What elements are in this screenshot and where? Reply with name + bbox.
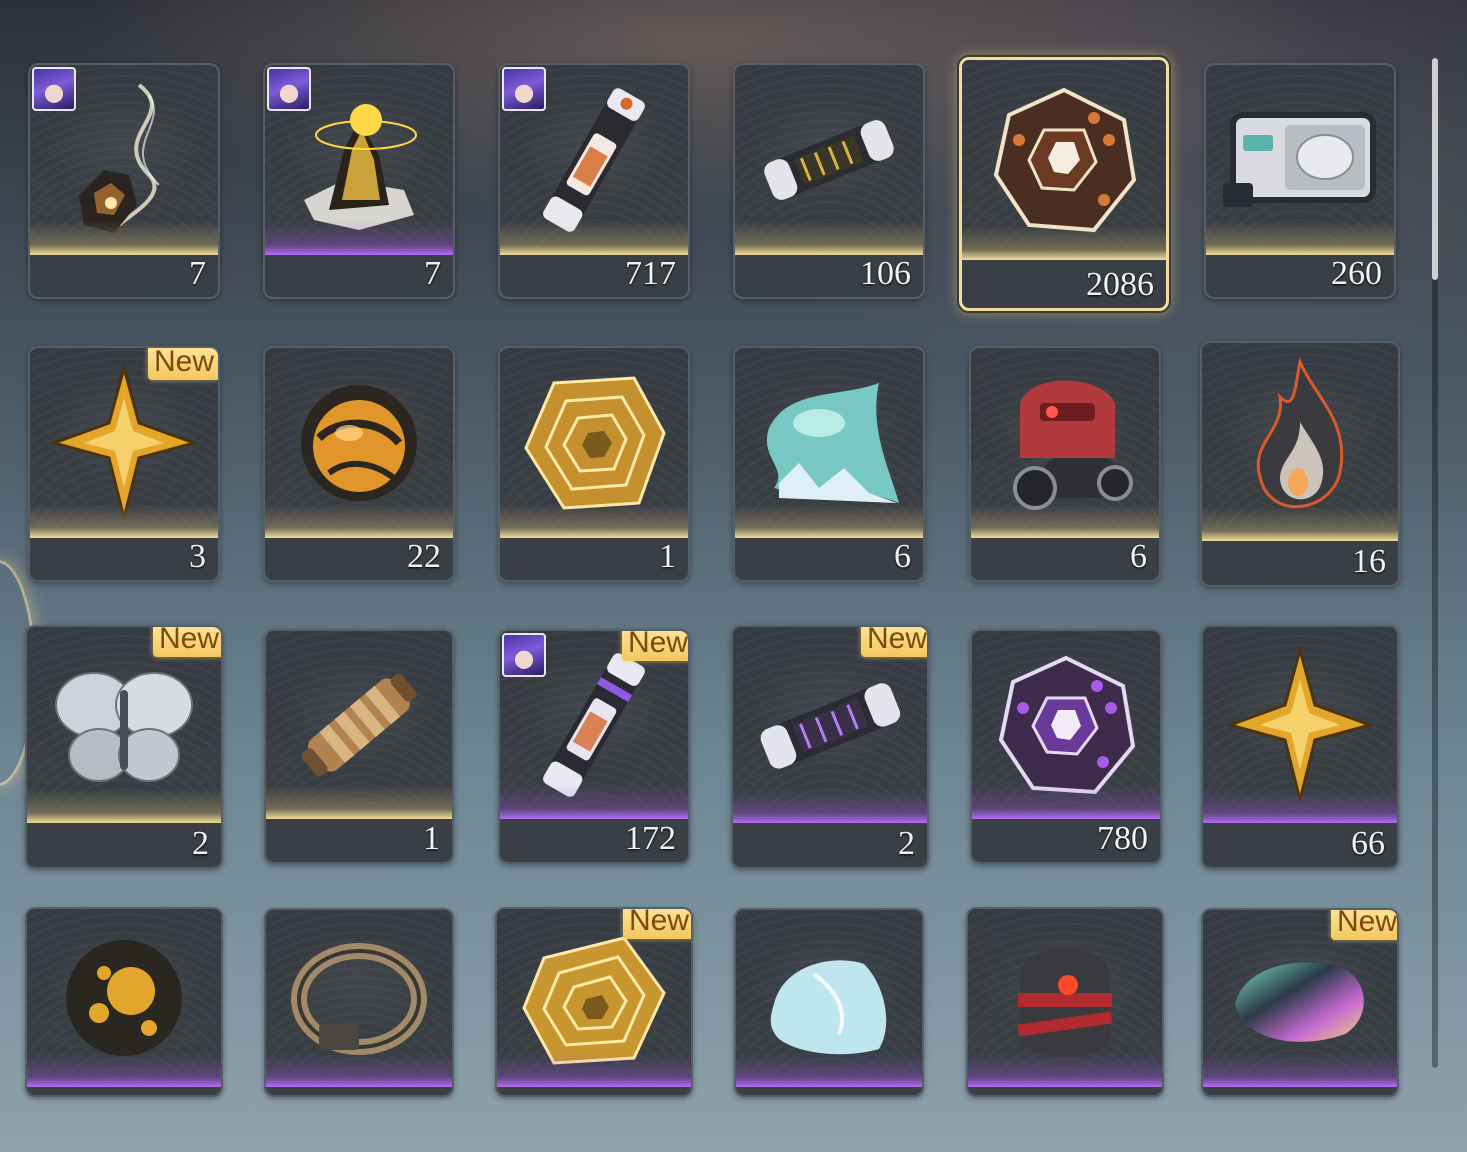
data-drive-icon <box>1223 112 1376 207</box>
item-slot-bandaged-helmet[interactable] <box>966 907 1164 1097</box>
item-slot-hex-die-brown[interactable]: 2086 <box>959 57 1169 311</box>
item-slot-cracked-amber-orb[interactable] <box>25 907 223 1097</box>
item-quantity: 2086 <box>1086 266 1154 303</box>
item-art <box>971 348 1159 538</box>
golden-maze-shard-icon <box>522 936 666 1065</box>
item-slot-red-mech-helmet[interactable]: 6 <box>969 346 1161 582</box>
item-quantity: 1 <box>659 538 676 575</box>
new-badge: New <box>147 348 218 380</box>
item-slot-violet-tech-cylinder[interactable]: New 2 <box>731 625 929 869</box>
hex-die-brown-icon <box>993 87 1137 233</box>
item-quantity: 6 <box>894 538 911 575</box>
ice-fragment-icon <box>770 959 887 1054</box>
item-quantity: 717 <box>625 255 676 292</box>
bandaged-helmet-icon <box>1017 948 1113 1058</box>
red-mech-helmet-icon <box>1013 380 1133 510</box>
item-slot-tech-cylinder[interactable]: 106 <box>733 63 925 299</box>
bronze-ring-icon <box>291 942 427 1055</box>
item-quantity: 780 <box>1097 820 1148 857</box>
item-quantity: 7 <box>189 255 206 292</box>
hex-die-purple-icon <box>998 655 1136 795</box>
item-art <box>736 910 922 1087</box>
item-art <box>962 60 1166 260</box>
item-quantity: 172 <box>625 820 676 857</box>
item-art <box>266 631 452 819</box>
new-badge: New <box>622 909 691 939</box>
item-slot-wisp-fragment[interactable]: 7 <box>28 63 220 299</box>
item-slot-ice-fragment[interactable] <box>734 908 924 1097</box>
item-art <box>1202 343 1398 541</box>
item-slot-bronze-cylinder[interactable]: 1 <box>264 629 454 864</box>
item-slot-golden-maze-core[interactable]: 1 <box>498 346 690 582</box>
bronze-cylinder-icon <box>301 673 417 777</box>
item-quantity: 2 <box>898 825 915 862</box>
item-slot-iridescent-stone[interactable]: New <box>1201 908 1399 1097</box>
new-badge: New <box>621 631 688 661</box>
item-slot-golden-maze-shard[interactable]: New <box>495 907 693 1097</box>
item-quantity: 260 <box>1331 255 1382 292</box>
item-art <box>500 348 688 538</box>
item-slot-hex-die-purple[interactable]: 780 <box>970 629 1162 864</box>
item-art <box>735 348 923 538</box>
item-quantity: 2 <box>192 825 209 862</box>
character-avatar-icon <box>502 67 546 111</box>
new-badge: New <box>860 627 927 657</box>
item-art <box>265 348 453 538</box>
energy-capsule-icon <box>543 88 645 232</box>
item-slot-amber-orb[interactable]: 22 <box>263 346 455 582</box>
scrollbar-thumb[interactable] <box>1432 58 1438 280</box>
flame-drop-icon <box>1256 356 1344 509</box>
item-slot-silver-butterfly[interactable]: New 2 <box>25 625 223 869</box>
item-art <box>1206 65 1394 255</box>
item-slot-bronze-ring[interactable] <box>264 908 454 1097</box>
item-slot-violet-capsule[interactable]: New 172 <box>498 629 690 864</box>
item-quantity: 16 <box>1352 543 1386 580</box>
item-slot-flame-drop[interactable]: 16 <box>1200 341 1400 587</box>
item-quantity: 7 <box>424 255 441 292</box>
character-avatar-icon <box>32 67 76 111</box>
violet-capsule-icon <box>543 653 645 797</box>
ice-crystal-icon <box>766 383 899 503</box>
item-art <box>27 909 221 1087</box>
cracked-amber-orb-icon <box>66 940 182 1056</box>
item-quantity: 3 <box>189 538 206 575</box>
item-art <box>968 909 1162 1087</box>
item-slot-data-drive[interactable]: 260 <box>1204 63 1396 299</box>
character-avatar-icon <box>502 633 546 677</box>
wisp-fragment-icon <box>79 83 160 233</box>
item-quantity: 66 <box>1351 825 1385 862</box>
silver-butterfly-icon <box>55 672 193 782</box>
item-slot-gold-star-shard[interactable]: New 3 <box>28 346 220 582</box>
character-avatar-icon <box>267 67 311 111</box>
item-art <box>1203 627 1397 823</box>
item-slot-ice-crystal[interactable]: 6 <box>733 346 925 582</box>
amber-orb-icon <box>301 385 417 501</box>
item-slot-gold-star-shard-2[interactable]: 66 <box>1201 625 1399 869</box>
item-art <box>972 631 1160 819</box>
gold-star-shard-icon <box>1225 645 1375 801</box>
violet-tech-cylinder-icon <box>760 683 901 769</box>
item-slot-energy-capsule[interactable]: 717 <box>498 63 690 299</box>
tech-cylinder-icon <box>764 120 894 200</box>
gold-star-shard-icon <box>49 363 199 519</box>
item-art <box>266 910 452 1087</box>
item-slot-golden-relic[interactable]: 7 <box>263 63 455 299</box>
new-badge: New <box>1330 910 1397 940</box>
inventory-scrollbar[interactable] <box>1432 58 1438 1068</box>
item-art <box>735 65 923 255</box>
item-quantity: 6 <box>1130 538 1147 575</box>
golden-maze-core-icon <box>524 376 666 510</box>
item-quantity: 1 <box>423 820 440 857</box>
new-badge: New <box>152 627 221 657</box>
iridescent-stone-icon <box>1235 961 1364 1042</box>
item-quantity: 22 <box>407 538 441 575</box>
item-quantity: 106 <box>860 255 911 292</box>
